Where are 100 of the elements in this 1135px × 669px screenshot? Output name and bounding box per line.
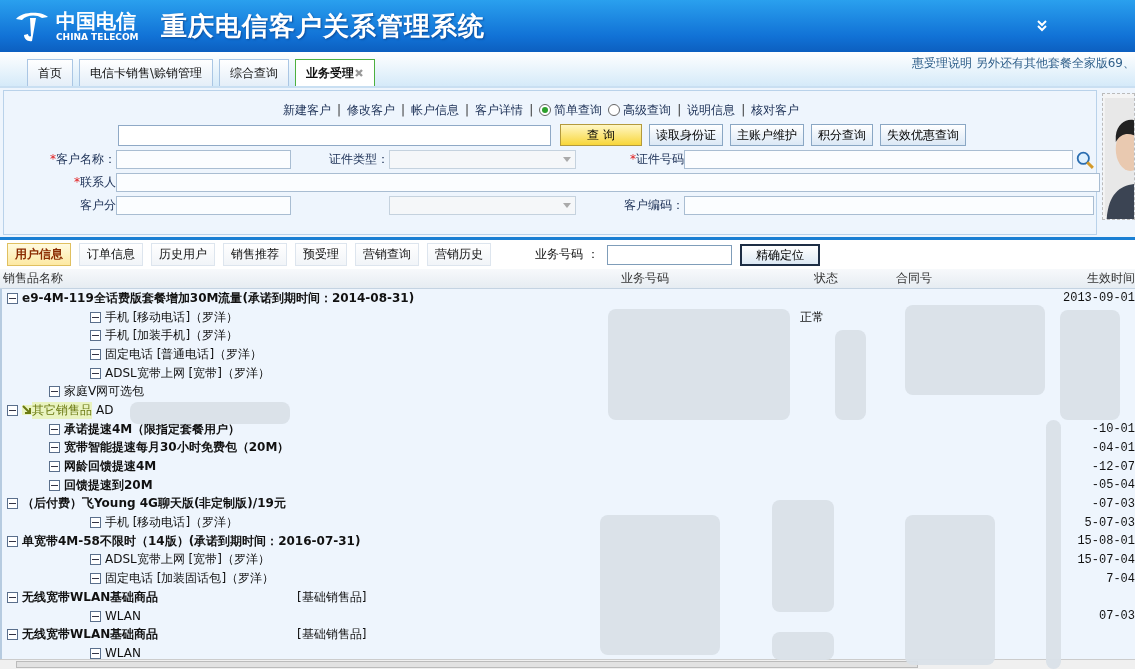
dropdown-field[interactable] <box>389 196 576 215</box>
scrollbar[interactable] <box>0 659 1135 669</box>
collapse-icon[interactable] <box>90 330 101 342</box>
product-name: 宽带智能提速每月30小时免费包（20M） <box>64 439 290 457</box>
product-tag: [基础销售品] <box>297 588 367 606</box>
separator-text: | <box>529 103 534 117</box>
collapse-icon[interactable] <box>7 629 18 641</box>
radio-button[interactable] <box>608 104 621 116</box>
text-field[interactable] <box>116 196 291 215</box>
collapse-icon[interactable] <box>90 647 101 659</box>
query-button[interactable]: 主账户维护 <box>730 124 804 146</box>
sub-tab[interactable]: 销售推荐 <box>223 243 287 266</box>
tab[interactable]: 业务受理 <box>295 59 376 86</box>
search-field[interactable] <box>118 124 551 146</box>
radio-label[interactable]: 简单查询 <box>554 101 603 119</box>
product-name: 无线宽带WLAN基础商品 <box>22 626 159 644</box>
sub-tab[interactable]: 历史用户 <box>151 243 215 266</box>
field-label: 客户分 <box>80 198 116 212</box>
logo-subtitle: CHINA TELECOM <box>56 32 139 42</box>
tab[interactable]: 电信卡销售\赊销管理 <box>79 59 214 86</box>
collapse-icon[interactable] <box>49 423 60 435</box>
text-field[interactable] <box>684 196 1094 215</box>
sub-tab[interactable]: 营销查询 <box>355 243 419 266</box>
query-button[interactable]: 读取身份证 <box>649 124 723 146</box>
collapse-icon[interactable] <box>90 517 101 529</box>
dropdown-field[interactable] <box>389 150 576 169</box>
collapse-icon[interactable] <box>90 311 101 323</box>
product-name: 承诺提速4M（限指定套餐用户） <box>64 420 241 438</box>
product-name: 网龄回馈提速4M <box>64 458 157 476</box>
table-cell: -10-01 <box>1091 422 1135 437</box>
radio-label[interactable]: 高级查询 <box>623 101 672 119</box>
table-cell: 15-07-04 <box>1077 552 1135 567</box>
collapse-icon[interactable] <box>49 442 60 454</box>
table-cell: 07-03 <box>1099 609 1135 624</box>
collapse-icon[interactable] <box>90 554 101 566</box>
query-link[interactable]: 修改客户 <box>347 101 396 119</box>
double-chevron-icon[interactable] <box>1037 20 1047 32</box>
collapse-icon[interactable] <box>90 348 101 360</box>
field-label: 客户名称： <box>56 152 116 166</box>
separator-text: | <box>401 103 406 117</box>
collapse-icon[interactable] <box>90 610 101 622</box>
product-name: 手机 [移动电话]（罗洋） <box>105 514 239 532</box>
product-name: 回馈提速到20M <box>64 476 153 494</box>
table-cell: -07-03 <box>1091 496 1135 511</box>
column-header: 销售品名称 <box>2 270 64 287</box>
column-header: 业务号码 <box>620 270 671 287</box>
field-label: 证件号码 <box>636 152 684 166</box>
separator-text: | <box>465 103 470 117</box>
sub-tab[interactable]: 营销历史 <box>427 243 491 266</box>
collapse-icon[interactable] <box>49 386 60 398</box>
table-cell: 2013-09-01 <box>1063 291 1135 306</box>
close-icon[interactable] <box>354 68 365 78</box>
product-name: （后付费）飞Young 4G聊天版(非定制版)/19元 <box>22 495 286 513</box>
collapse-icon[interactable] <box>7 404 18 416</box>
sub-tab[interactable]: 用户信息 <box>7 243 71 266</box>
collapse-icon[interactable] <box>49 461 60 473</box>
product-name: 手机 [加装手机]（罗洋） <box>105 327 239 345</box>
required-mark: * <box>630 152 636 166</box>
radio-button[interactable] <box>539 104 552 116</box>
required-mark: * <box>50 152 56 166</box>
collapse-icon[interactable] <box>90 573 101 585</box>
business-number-field[interactable] <box>607 244 732 265</box>
tab[interactable]: 首页 <box>27 59 73 86</box>
collapse-icon[interactable] <box>7 292 18 304</box>
logo-name: 中国电信 <box>56 10 137 32</box>
query-link[interactable]: 客户详情 <box>475 101 524 119</box>
query-button[interactable]: 积分查询 <box>811 124 873 146</box>
sub-tab[interactable]: 订单信息 <box>79 243 143 266</box>
query-link[interactable]: 新建客户 <box>283 101 331 119</box>
caret-icon <box>563 157 571 162</box>
product-name: e9-4M-119全话费版套餐增加30M流量(承诺到期时间：2014-08-31) <box>22 289 415 307</box>
product-name: 无线宽带WLAN基础商品 <box>22 588 159 606</box>
text-field[interactable] <box>684 150 1073 169</box>
query-link[interactable]: 帐户信息 <box>411 101 460 119</box>
table-cell: 7-04 <box>1106 571 1135 586</box>
collapse-icon[interactable] <box>49 479 60 491</box>
arrow-icon <box>22 405 32 416</box>
separator-text: | <box>677 103 682 117</box>
text-field[interactable] <box>116 150 291 169</box>
redaction-blur <box>772 632 834 660</box>
query-button[interactable]: 查 询 <box>560 124 642 146</box>
sub-tab[interactable]: 预受理 <box>295 243 347 266</box>
collapse-icon[interactable] <box>7 498 18 510</box>
table-cell: -12-07 <box>1091 459 1135 474</box>
query-button[interactable]: 失效优惠查询 <box>880 124 966 146</box>
column-header: 生效时间 <box>1086 271 1135 287</box>
collapse-icon[interactable] <box>90 367 101 379</box>
product-name: ADSL宽带上网 [宽带]（罗洋） <box>105 364 270 382</box>
search-icon[interactable] <box>1076 150 1094 169</box>
query-link[interactable]: 说明信息 <box>687 101 736 119</box>
field-label: 联系人 <box>80 175 116 189</box>
query-link[interactable]: 核对客户 <box>751 101 800 119</box>
tab[interactable]: 综合查询 <box>219 59 290 86</box>
text-field[interactable] <box>116 173 1100 192</box>
collapse-icon[interactable] <box>7 535 18 547</box>
column-header: 合同号 <box>895 270 933 287</box>
product-name: ADSL宽带上网 [宽带]（罗洋） <box>105 551 270 569</box>
locate-button[interactable]: 精确定位 <box>740 243 820 266</box>
collapse-icon[interactable] <box>7 591 18 603</box>
column-header: 状态 <box>813 270 839 287</box>
